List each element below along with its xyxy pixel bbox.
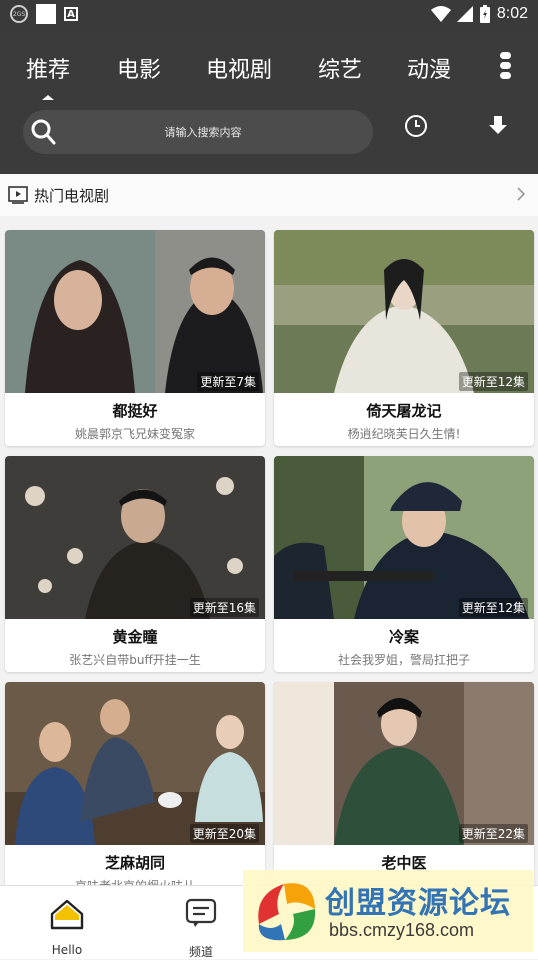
watermark-url: bbs.cmzy168.com (329, 920, 475, 940)
tab-variety[interactable]: 综艺 (318, 52, 362, 84)
home-icon (50, 899, 84, 930)
top-bar: 推荐 电影 电视剧 综艺 动漫 请输入搜索内容 (0, 28, 538, 174)
search-bar[interactable]: 请输入搜索内容 (23, 110, 373, 154)
notification-square-icon (36, 4, 56, 24)
watermark-title: 创盟资源论坛 (325, 886, 511, 921)
video-card[interactable]: 更新至20集 芝麻胡同 京味老北京的烟火味儿 (5, 682, 265, 898)
search-input[interactable]: 请输入搜索内容 (23, 124, 373, 140)
card-subtitle: 杨逍纪晓芙日久生情! (347, 427, 461, 441)
nav-item-home[interactable]: Hello (0, 886, 134, 959)
thumbnail-image (5, 682, 265, 845)
video-card[interactable]: 更新至12集 倚天屠龙记 杨逍纪晓芙日久生情! (274, 230, 534, 446)
tab-movies[interactable]: 电影 (117, 52, 161, 84)
channel-icon (185, 898, 217, 927)
notification-icon: 2GS (10, 5, 28, 23)
card-title: 倚天屠龙记 (366, 402, 442, 420)
thumbnail-image (5, 456, 265, 619)
thumbnail-image (274, 682, 534, 845)
notification-a-icon: A (64, 7, 78, 21)
download-icon[interactable] (486, 114, 510, 138)
battery-icon (479, 5, 490, 23)
episode-badge: 更新至12集 (458, 598, 528, 617)
card-subtitle: 姚晨郭京飞兄妹变冤家 (74, 427, 195, 441)
nav-label: Hello (51, 943, 83, 957)
episode-badge: 更新至16集 (189, 598, 259, 617)
section-header[interactable]: 热门电视剧 (0, 174, 538, 216)
tab-anime[interactable]: 动漫 (407, 52, 451, 84)
more-menu-button[interactable] (497, 52, 513, 84)
thumbnail-image (274, 456, 534, 619)
section-title: 热门电视剧 (34, 187, 110, 205)
card-title: 芝麻胡同 (104, 854, 165, 872)
card-subtitle: 社会我罗姐，警局扛把子 (337, 653, 470, 667)
episode-badge: 更新至12集 (458, 372, 528, 391)
tab-recommend[interactable]: 推荐 (26, 52, 70, 84)
watermark: 创盟资源论坛 bbs.cmzy168.com (243, 870, 533, 952)
episode-badge: 更新至20集 (189, 824, 259, 843)
tab-tv-series[interactable]: 电视剧 (206, 52, 272, 84)
wifi-icon (430, 6, 451, 22)
thumbnail-image (5, 230, 265, 393)
active-tab-indicator (42, 95, 54, 100)
chevron-right-icon[interactable] (516, 186, 526, 202)
category-tabs: 推荐 电影 电视剧 综艺 动漫 (0, 28, 538, 108)
video-card[interactable]: 更新至22集 老中医 (274, 682, 534, 898)
clock: 8:02 (496, 5, 528, 22)
card-subtitle: 张艺兴自带buff开挂一生 (69, 653, 201, 667)
video-card[interactable]: 更新至7集 都挺好 姚晨郭京飞兄妹变冤家 (5, 230, 265, 446)
episode-badge: 更新至7集 (197, 372, 259, 391)
card-title: 冷案 (388, 628, 419, 646)
signal-icon (456, 6, 473, 22)
tv-play-icon (8, 186, 28, 204)
status-bar: 2GS A 8:02 (0, 0, 538, 28)
card-title: 都挺好 (112, 402, 158, 420)
episode-badge: 更新至22集 (458, 824, 528, 843)
history-icon[interactable] (404, 114, 428, 138)
thumbnail-image (274, 230, 534, 393)
video-card[interactable]: 更新至12集 冷案 社会我罗姐，警局扛把子 (274, 456, 534, 672)
card-title: 黄金瞳 (112, 628, 158, 646)
video-card[interactable]: 更新至16集 黄金瞳 张艺兴自带buff开挂一生 (5, 456, 265, 672)
watermark-logo-icon (258, 883, 316, 941)
